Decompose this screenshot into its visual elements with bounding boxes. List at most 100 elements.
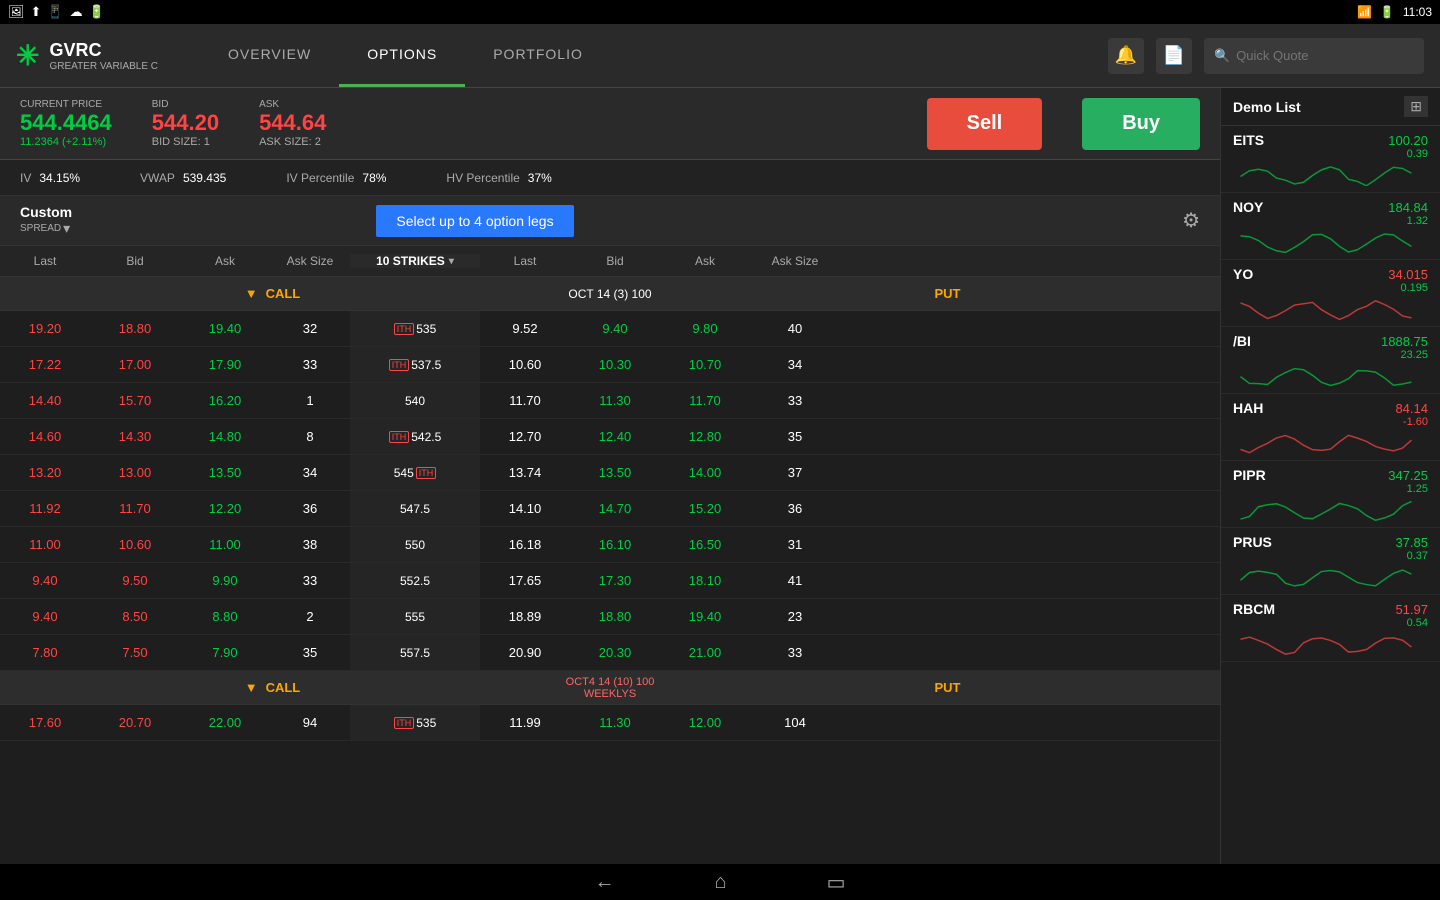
call-ask: 7.90 — [180, 645, 270, 660]
price-bar: CURRENT PRICE 544.4464 11.2364 (+2.11%) … — [0, 88, 1220, 160]
put-ask-size: 37 — [750, 465, 840, 480]
ask-size: ASK SIZE: 2 — [259, 136, 326, 148]
table-row[interactable]: 11.92 11.70 12.20 36 547.5 14.10 14.70 1… — [0, 491, 1220, 527]
watchlist-ticker: /BI — [1233, 333, 1251, 349]
call-ask: 19.40 — [180, 321, 270, 336]
list-item[interactable]: /BI 1888.75 23.25 — [1221, 327, 1440, 394]
sidebar-title: Demo List — [1233, 99, 1301, 115]
strike-cell: 540 — [350, 383, 480, 418]
section-header-2: ▼ CALL OCT4 14 (10) 100WEEKLYS PUT — [0, 671, 1220, 705]
watchlist-chart — [1233, 497, 1428, 521]
list-item[interactable]: YO 34.015 0.195 — [1221, 260, 1440, 327]
table-row[interactable]: 7.80 7.50 7.90 35 557.5 20.90 20.30 21.0… — [0, 635, 1220, 671]
wifi-icon: 📶 — [1357, 5, 1372, 19]
settings-button[interactable]: ⚙ — [1182, 208, 1200, 233]
header: ✳ GVRC GREATER VARIABLE C OVERVIEW OPTIO… — [0, 24, 1440, 88]
header-actions: 🔔 📄 🔍 — [1092, 38, 1440, 74]
list-item[interactable]: PRUS 37.85 0.37 — [1221, 528, 1440, 595]
sell-button[interactable]: Sell — [927, 98, 1043, 150]
call-ask: 12.20 — [180, 501, 270, 516]
watchlist-ticker: PIPR — [1233, 467, 1266, 483]
put-bid: 20.30 — [570, 645, 660, 660]
document-button[interactable]: 📄 — [1156, 38, 1192, 74]
call-bid: 18.80 — [90, 321, 180, 336]
put-bid: 18.80 — [570, 609, 660, 624]
watchlist-price: 37.85 — [1395, 535, 1428, 550]
recent-button[interactable]: ▭ — [817, 866, 856, 899]
col-put-ask-size: Ask Size — [750, 254, 840, 268]
watchlist-price: 100.20 — [1388, 133, 1428, 148]
table-row[interactable]: 11.00 10.60 11.00 38 550 16.18 16.10 16.… — [0, 527, 1220, 563]
call-ask-size: 2 — [270, 609, 350, 624]
watchlist-chart — [1233, 564, 1428, 588]
watchlist: EITS 100.20 0.39 NOY 184.84 1.32 YO 34.0… — [1221, 126, 1440, 864]
table-row[interactable]: 17.60 20.70 22.00 94 ITH 535 11.99 11.30… — [0, 705, 1220, 741]
watchlist-change: 0.54 — [1233, 617, 1428, 629]
table-row[interactable]: 17.22 17.00 17.90 33 ITH 537.5 10.60 10.… — [0, 347, 1220, 383]
put-ask: 15.20 — [660, 501, 750, 516]
col-put-ask: Ask — [660, 254, 750, 268]
call-ask-size: 32 — [270, 321, 350, 336]
strike-cell: ITH 535 — [350, 311, 480, 346]
ask-section: ASK 544.64 ASK SIZE: 2 — [259, 99, 326, 148]
ith-badge-left: ITH — [389, 431, 410, 443]
put-header-1: PUT — [675, 286, 1220, 301]
vwap-stat: VWAP 539.435 — [140, 171, 226, 185]
call-last: 17.60 — [0, 715, 90, 730]
table-row[interactable]: 9.40 9.50 9.90 33 552.5 17.65 17.30 18.1… — [0, 563, 1220, 599]
tab-portfolio[interactable]: PORTFOLIO — [465, 24, 611, 87]
strikes-selector[interactable]: 10 STRIKES ▾ — [350, 254, 480, 268]
tab-overview[interactable]: OVERVIEW — [200, 24, 339, 87]
expand-button[interactable]: ⊞ — [1404, 96, 1428, 117]
left-content: CURRENT PRICE 544.4464 11.2364 (+2.11%) … — [0, 88, 1220, 864]
table-row[interactable]: 14.40 15.70 16.20 1 540 11.70 11.30 11.7… — [0, 383, 1220, 419]
call-bid: 8.50 — [90, 609, 180, 624]
back-button[interactable]: ← — [585, 867, 625, 898]
put-last: 9.52 — [480, 321, 570, 336]
put-bid: 13.50 — [570, 465, 660, 480]
nav-tabs: OVERVIEW OPTIONS PORTFOLIO — [200, 24, 611, 87]
bottom-nav: ← ⌂ ▭ — [0, 864, 1440, 900]
call-ask: 16.20 — [180, 393, 270, 408]
table-row[interactable]: 13.20 13.00 13.50 34 545 ITH 13.74 13.50… — [0, 455, 1220, 491]
select-legs-button[interactable]: Select up to 4 option legs — [376, 205, 573, 237]
watchlist-price: 347.25 — [1388, 468, 1428, 483]
put-ask: 18.10 — [660, 573, 750, 588]
watchlist-chart — [1233, 229, 1428, 253]
list-item[interactable]: EITS 100.20 0.39 — [1221, 126, 1440, 193]
quick-quote-input[interactable] — [1236, 48, 1414, 63]
call-last: 14.40 — [0, 393, 90, 408]
table-row[interactable]: 14.60 14.30 14.80 8 ITH 542.5 12.70 12.4… — [0, 419, 1220, 455]
chain-column-headers: Last Bid Ask Ask Size 10 STRIKES ▾ Last … — [0, 246, 1220, 277]
put-ask-size: 31 — [750, 537, 840, 552]
quick-quote-wrapper[interactable]: 🔍 — [1204, 38, 1424, 74]
iv-percentile-label: IV Percentile — [286, 171, 354, 185]
tab-options[interactable]: OPTIONS — [339, 24, 465, 87]
strike-value: 535 — [416, 716, 436, 730]
table-row[interactable]: 9.40 8.50 8.80 2 555 18.89 18.80 19.40 2… — [0, 599, 1220, 635]
call-ask-size: 94 — [270, 715, 350, 730]
call-bid: 20.70 — [90, 715, 180, 730]
list-item[interactable]: NOY 184.84 1.32 — [1221, 193, 1440, 260]
status-bar-left: 🖼 ⬆ 📱 ☁ 🔋 — [8, 4, 105, 20]
call-header-2: ▼ CALL — [0, 680, 545, 695]
home-button[interactable]: ⌂ — [705, 867, 737, 898]
put-ask: 16.50 — [660, 537, 750, 552]
call-bid: 7.50 — [90, 645, 180, 660]
col-call-last: Last — [0, 254, 90, 268]
call-bid: 11.70 — [90, 501, 180, 516]
put-bid: 14.70 — [570, 501, 660, 516]
buy-button[interactable]: Buy — [1082, 98, 1200, 150]
put-bid: 12.40 — [570, 429, 660, 444]
hv-percentile-label: HV Percentile — [446, 171, 519, 185]
list-item[interactable]: RBCM 51.97 0.54 — [1221, 595, 1440, 662]
put-last: 20.90 — [480, 645, 570, 660]
list-item[interactable]: HAH 84.14 -1.60 — [1221, 394, 1440, 461]
watchlist-ticker: HAH — [1233, 400, 1263, 416]
list-item[interactable]: PIPR 347.25 1.25 — [1221, 461, 1440, 528]
watchlist-change: 0.39 — [1233, 148, 1428, 160]
table-row[interactable]: 19.20 18.80 19.40 32 ITH 535 9.52 9.40 9… — [0, 311, 1220, 347]
company-name: GREATER VARIABLE C — [49, 61, 158, 72]
notification-button[interactable]: 🔔 — [1108, 38, 1144, 74]
watchlist-chart — [1233, 363, 1428, 387]
